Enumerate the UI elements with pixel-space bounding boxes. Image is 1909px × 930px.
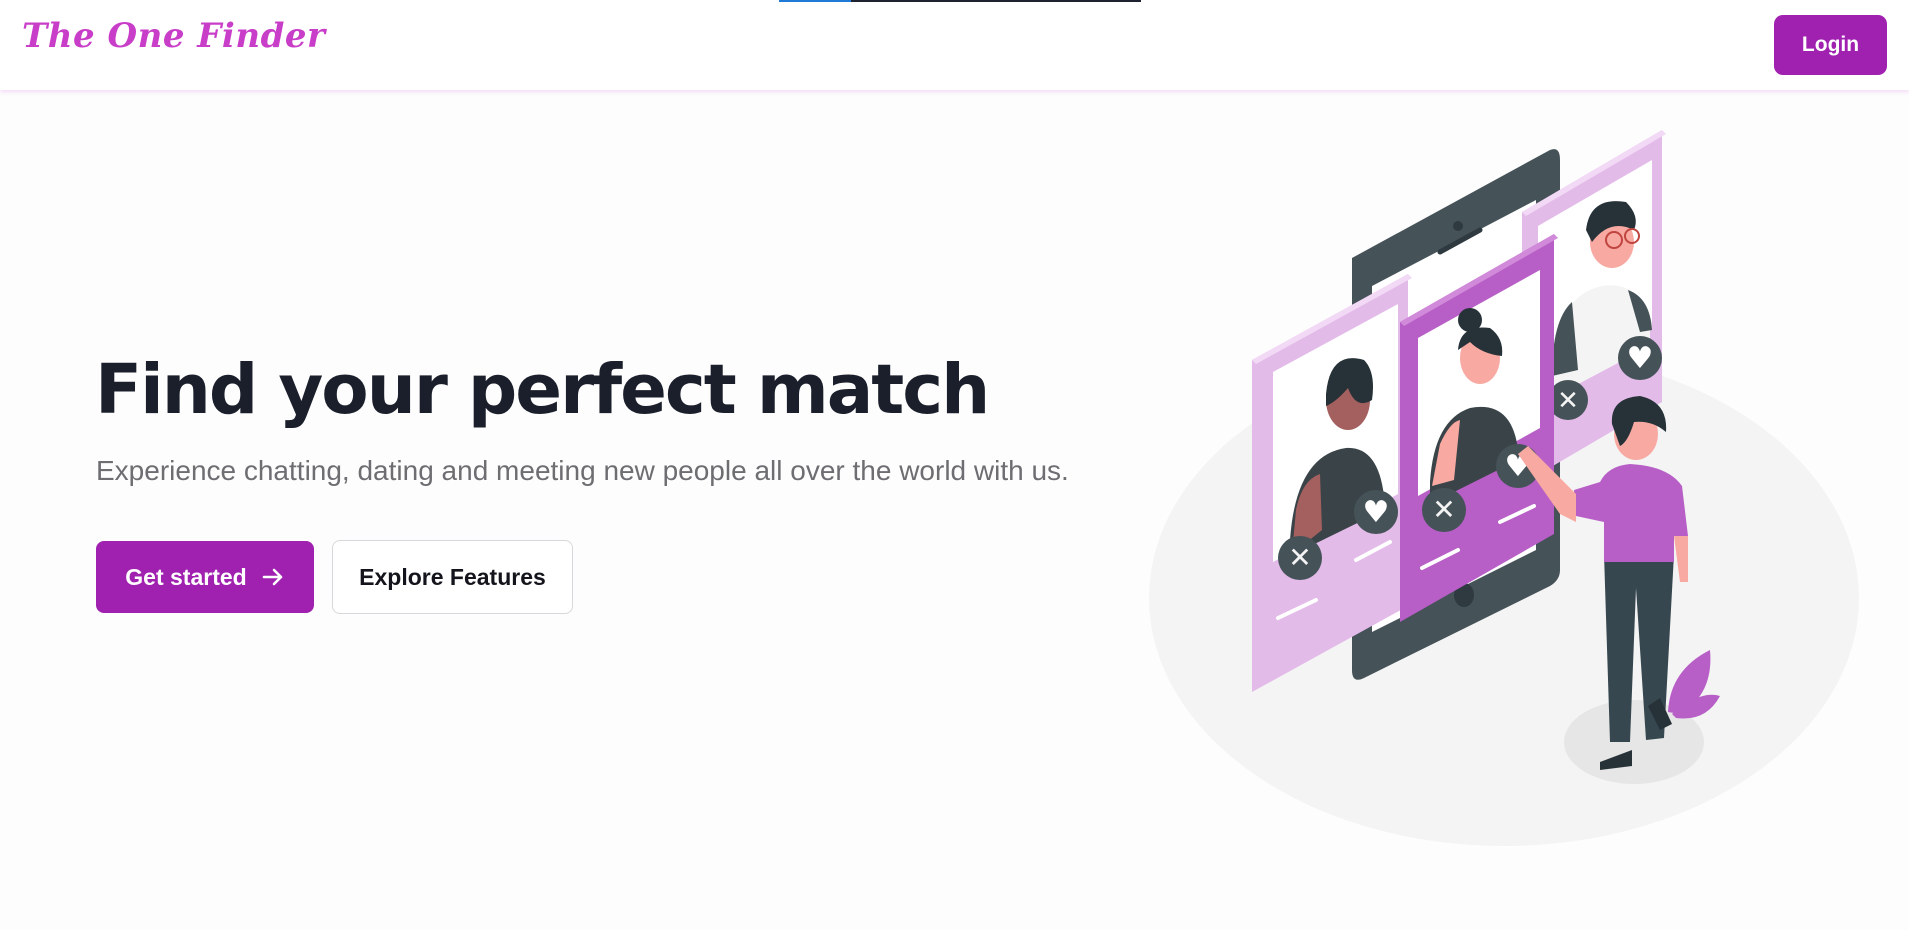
svg-text:✕: ✕ — [1432, 493, 1455, 526]
page-progress-fill — [779, 0, 852, 2]
svg-text:✕: ✕ — [1288, 541, 1311, 574]
page-progress-bar — [779, 0, 1141, 2]
svg-text:♥: ♥ — [1363, 495, 1390, 530]
brand-logo[interactable]: The One Finder — [22, 16, 325, 56]
arrow-right-icon — [262, 568, 283, 586]
top-navbar: The One Finder Login — [0, 0, 1909, 90]
dating-app-illustration: ✕ ♥ ✕ ♥ ✕ ♥ — [1149, 130, 1859, 846]
login-button[interactable]: Login — [1774, 15, 1887, 75]
svg-text:♥: ♥ — [1627, 341, 1654, 376]
get-started-button[interactable]: Get started — [96, 541, 314, 613]
svg-text:✕: ✕ — [1557, 386, 1579, 416]
explore-features-button[interactable]: Explore Features — [332, 540, 573, 614]
hero-subtitle: Experience chatting, dating and meeting … — [96, 455, 1069, 486]
get-started-label: Get started — [125, 563, 247, 590]
hero-title: Find your perfect match — [95, 350, 990, 430]
